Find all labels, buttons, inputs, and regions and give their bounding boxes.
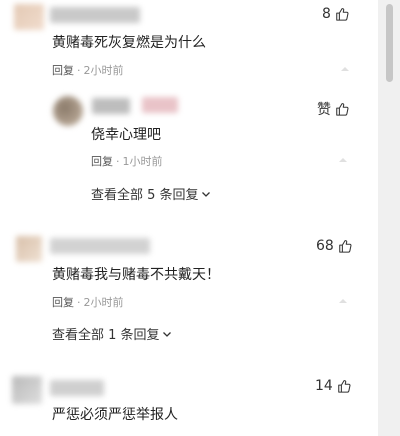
scrollbar-thumb[interactable] — [386, 4, 393, 82]
like-button[interactable]: 8 — [322, 6, 349, 22]
chevron-down-icon — [201, 191, 210, 197]
view-all-replies-button[interactable]: 查看全部 1 条回复 — [52, 324, 172, 343]
meta-separator: · — [116, 155, 120, 168]
avatar[interactable] — [14, 4, 44, 30]
reply-username[interactable] — [92, 98, 130, 114]
comment-meta: 回复 · 2小时前 — [52, 62, 124, 78]
avatar[interactable] — [16, 236, 42, 262]
comment-text: 黄赌毒我与赌毒不共戴天！ — [52, 267, 220, 283]
reply-link[interactable]: 回复 — [91, 155, 113, 168]
thumbs-up-icon — [336, 103, 349, 116]
view-all-replies-label: 查看全部 1 条回复 — [52, 328, 160, 343]
timestamp: 2小时前 — [83, 296, 124, 309]
comment-text: 黄赌毒死灰复燃是为什么 — [52, 35, 206, 51]
reply-link[interactable]: 回复 — [52, 296, 74, 309]
scrollbar-track[interactable] — [378, 0, 400, 436]
view-all-replies-label: 查看全部 5 条回复 — [91, 188, 199, 203]
like-count: 14 — [315, 378, 333, 394]
reply-like-label: 赞 — [317, 102, 331, 118]
chevron-down-icon — [162, 331, 171, 337]
comment-text: 严惩必须严惩举报人 — [52, 407, 178, 423]
like-button[interactable]: 14 — [315, 378, 351, 394]
more-options-icon[interactable] — [339, 299, 347, 303]
more-options-icon[interactable] — [339, 158, 347, 162]
avatar[interactable] — [12, 376, 42, 404]
like-button[interactable]: 68 — [316, 238, 352, 254]
username[interactable] — [50, 7, 140, 23]
reply-link[interactable]: 回复 — [52, 64, 74, 77]
username[interactable] — [50, 238, 150, 254]
view-all-replies-button[interactable]: 查看全部 5 条回复 — [91, 184, 211, 203]
more-options-icon[interactable] — [341, 67, 349, 71]
timestamp: 2小时前 — [83, 64, 124, 77]
reply-like-button[interactable]: 赞 — [317, 99, 349, 119]
reply-meta: 回复 · 1小时前 — [91, 153, 163, 169]
like-count: 8 — [322, 6, 331, 22]
thumbs-up-icon — [339, 240, 352, 253]
meta-separator: · — [77, 296, 81, 309]
reply-avatar[interactable] — [53, 96, 83, 126]
reply-text: 侥幸心理吧 — [91, 127, 161, 143]
like-count: 68 — [316, 238, 334, 254]
thumbs-up-icon — [338, 380, 351, 393]
timestamp: 1小时前 — [122, 155, 163, 168]
username[interactable] — [50, 380, 104, 396]
reply-username-badge — [142, 97, 178, 113]
comment-meta: 回复 · 2小时前 — [52, 294, 124, 310]
thumbs-up-icon — [336, 8, 349, 21]
meta-separator: · — [77, 64, 81, 77]
